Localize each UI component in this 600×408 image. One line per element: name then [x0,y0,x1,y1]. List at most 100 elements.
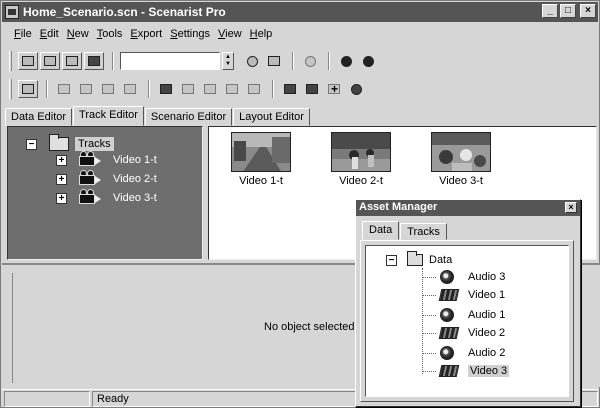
zoom-spinner[interactable]: ▲ ▼ [222,52,234,70]
disabled-icon [304,55,316,67]
zoom-in-button[interactable] [336,52,356,70]
properties-button[interactable] [264,52,284,70]
folder-icon [160,84,172,94]
video-thumbnail[interactable] [231,132,291,172]
save-button[interactable] [120,80,140,98]
track-label: Video 2-t [113,173,157,185]
asset-item[interactable]: Video 1 [422,289,505,301]
asset-label: Video 1 [468,289,506,301]
thumbnail-label: Video 1-t [239,175,283,187]
asset-item[interactable]: Video 3 [422,365,510,377]
asset-item[interactable]: Audio 2 [422,346,505,360]
view-split-button[interactable] [62,52,82,70]
track-item[interactable]: + Video 2-t [56,170,157,186]
toolbar-separator [272,80,274,98]
menu-edit[interactable]: Edit [40,28,59,40]
asset-item[interactable]: Audio 3 [422,270,505,284]
view-dual-button[interactable] [40,52,60,70]
add-track-multi-icon [80,84,92,94]
save-icon [124,84,136,94]
asset-label: Audio 3 [468,271,506,283]
tab-data-editor[interactable]: Data Editor [5,108,73,126]
disabled-button[interactable] [300,52,320,70]
app-icon[interactable] [5,5,19,19]
view-timeline-icon [88,56,100,66]
add-track-button[interactable] [54,80,74,98]
menu-settings[interactable]: Settings [170,28,210,40]
menu-help[interactable]: Help [250,28,273,40]
minimize-button[interactable]: _ [542,4,558,18]
view-dual-icon [44,56,56,66]
collapse-toggle[interactable]: − [26,138,37,150]
close-button[interactable]: × [580,4,596,18]
folder-open-button[interactable] [302,80,322,98]
track-item[interactable]: + Video 3-t [56,189,157,205]
asset-manager-title: Asset Manager [359,201,438,213]
menu-export[interactable]: Export [130,28,162,40]
thumbnail-image [432,133,490,171]
refresh-button[interactable] [242,52,262,70]
tree-branch [422,370,436,372]
zoom-in-icon [340,55,352,67]
tab-layout-editor[interactable]: Layout Editor [233,108,310,126]
film-strip-icon [438,327,460,339]
audio-button[interactable] [200,80,220,98]
asset-label: Video 3 [468,365,510,377]
asset-manager-close-button[interactable]: × [565,202,577,213]
toolbar-grip[interactable] [9,79,12,99]
zoom-combo[interactable] [120,52,220,70]
tree-root[interactable]: − Tracks [26,134,114,151]
tab-track-editor[interactable]: Track Editor [73,106,144,126]
camera-lens [95,157,101,165]
menu-file[interactable]: File [14,28,32,40]
menu-view[interactable]: View [218,28,242,40]
tracks-label[interactable]: Tracks [75,137,114,151]
link-button[interactable] [178,80,198,98]
toolbar-top: ▲ ▼ [3,48,599,74]
asset-manager-window: Asset Manager × Data Tracks − Data Audio… [355,199,581,407]
folder-button[interactable] [156,80,176,98]
menu-new[interactable]: New [67,28,89,40]
folder-icon [407,251,423,266]
video-thumbnail[interactable] [431,132,491,172]
view-split-icon [66,56,78,66]
menu-tools[interactable]: Tools [97,28,123,40]
view-timeline-button[interactable] [84,52,104,70]
tree-branch [422,332,436,334]
collapse-toggle[interactable]: − [386,254,397,266]
list-button[interactable] [244,80,264,98]
maximize-button[interactable]: □ [560,4,576,18]
asset-manager-title-bar[interactable]: Asset Manager × [356,200,580,216]
asset-tree-root[interactable]: − Data [386,251,452,266]
toolbar-separator [328,52,330,70]
asset-item[interactable]: Audio 1 [422,308,505,322]
view-single-button[interactable] [18,52,38,70]
film-button[interactable] [222,80,242,98]
title-bar[interactable]: Home_Scenario.scn - Scenarist Pro _ □ × [2,2,598,22]
cut-button[interactable] [324,80,344,98]
asset-item[interactable]: Video 2 [422,327,505,339]
tree-branch [422,352,436,354]
expand-toggle[interactable]: + [56,154,67,166]
window-controls: _ □ × [542,4,596,18]
no-object-text: No object selected [264,321,355,333]
open-button[interactable] [18,80,38,98]
disc-button[interactable] [346,80,366,98]
expand-toggle[interactable]: + [56,192,67,204]
toolbar-grip[interactable] [9,51,12,71]
track-item[interactable]: + Video 1-t [56,151,157,167]
audio-add-button[interactable] [98,80,118,98]
tab-scenario-editor[interactable]: Scenario Editor [144,108,233,126]
video-camera-icon [79,151,101,167]
camera-body [79,175,95,185]
tab-data[interactable]: Data [362,221,400,240]
video-thumbnail[interactable] [331,132,391,172]
audio-icon [204,84,216,94]
expand-toggle[interactable]: + [56,173,67,185]
tab-tracks[interactable]: Tracks [400,223,447,240]
track-label: Video 1-t [113,154,157,166]
zoom-out-button[interactable] [358,52,378,70]
add-track-icon [58,84,70,94]
add-track-multi-button[interactable] [76,80,96,98]
palette-button[interactable] [280,80,300,98]
